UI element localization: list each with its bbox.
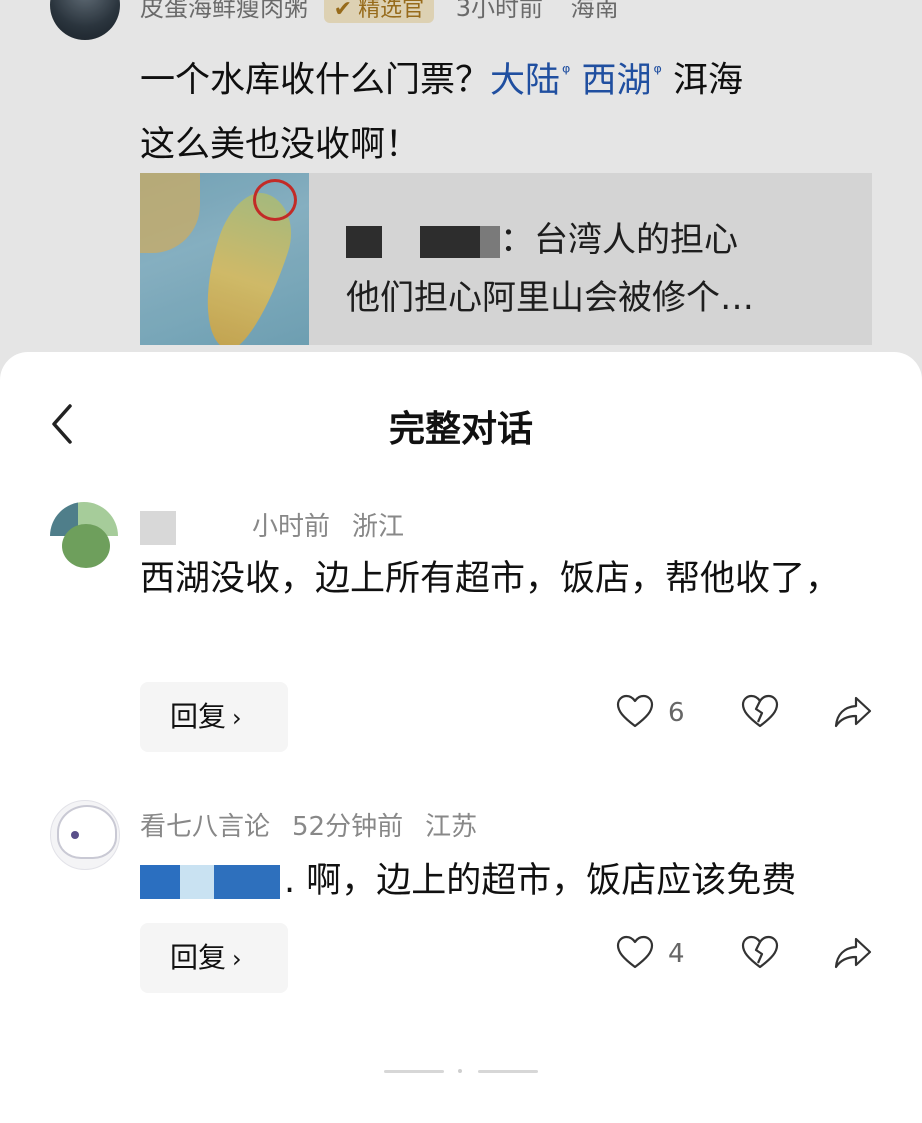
share-button[interactable] (832, 933, 874, 983)
comment-meta: 看七八言论 52分钟前 江苏 (140, 806, 477, 843)
dislike-button[interactable] (740, 692, 780, 742)
like-count: 6 (668, 698, 685, 728)
sheet-title: 完整对话 (388, 409, 533, 450)
comment-text: 西湖没收，边上所有超市，饭店，帮他收了， (140, 559, 841, 599)
heart-icon (616, 694, 654, 728)
comment-time: 52分钟前 (292, 812, 404, 842)
share-arrow-icon (834, 696, 872, 728)
home-indicator (384, 1069, 544, 1074)
heart-icon (616, 935, 654, 969)
chevron-right-icon: › (232, 945, 242, 973)
like-count: 4 (668, 939, 685, 969)
redacted-mention[interactable] (214, 865, 280, 899)
broken-heart-icon (741, 694, 779, 728)
comment-meta: 小时前 浙江 (140, 506, 404, 545)
full-conversation-sheet: 完整对话 小时前浙江 西湖没收，边上所有超市，饭店，帮他收了， 回复› 6 (0, 352, 922, 1123)
avatar[interactable] (50, 800, 120, 870)
comment-location: 浙江 (352, 512, 405, 542)
redacted-username[interactable] (140, 510, 176, 545)
share-button[interactable] (832, 692, 874, 742)
comment-text-content: . 啊，边上的超市，饭店应该免费 (284, 861, 797, 901)
comment-author[interactable]: 看七八言论 (140, 812, 270, 842)
comment-time: 小时前 (252, 512, 331, 542)
reply-label: 回复 (170, 700, 227, 733)
like-button[interactable]: 4 (615, 933, 695, 983)
reply-label: 回复 (170, 941, 227, 974)
share-arrow-icon (834, 937, 872, 969)
comment-location: 江苏 (425, 812, 478, 842)
redacted-mention[interactable] (180, 865, 214, 899)
avatar[interactable] (50, 502, 118, 570)
redacted-mention[interactable] (140, 865, 180, 899)
comment-text: . 啊，边上的超市，饭店应该免费 (140, 850, 870, 912)
dislike-button[interactable] (740, 933, 780, 983)
background-post: 皮蛋海鲜瘦肉粥 ✔ 精选官 3小时前 海南 一个水库收什么门票？大陆 ᵠ 西湖 ᵠ 洱… (0, 0, 922, 380)
reply-button[interactable]: 回复 › (140, 923, 288, 993)
like-button[interactable]: 6 (615, 692, 695, 742)
background-dim-overlay[interactable] (0, 0, 922, 380)
chevron-right-icon: › (232, 704, 242, 732)
reply-button[interactable]: 回复 › (140, 682, 288, 752)
broken-heart-icon (741, 935, 779, 969)
